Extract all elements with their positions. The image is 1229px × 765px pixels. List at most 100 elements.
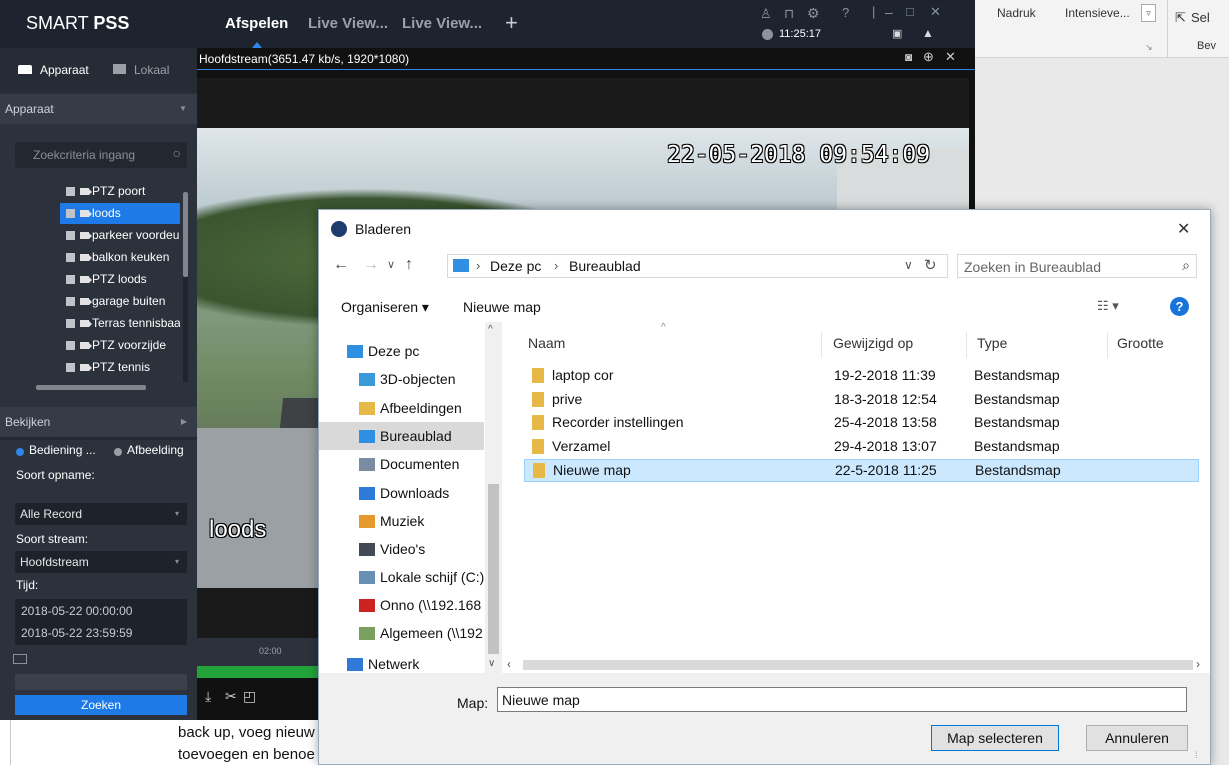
column-type[interactable]: Type <box>977 330 1007 356</box>
close-stream-icon[interactable]: ✕ <box>945 49 956 65</box>
search-input[interactable]: Zoekcriteria ingang <box>33 148 135 162</box>
checkbox[interactable] <box>66 275 75 284</box>
minimize-icon[interactable]: – <box>885 4 893 20</box>
checkbox[interactable] <box>66 319 75 328</box>
tree-hscroll-thumb[interactable] <box>36 385 146 390</box>
nav-item[interactable]: Onno (\\192.168 <box>359 591 481 619</box>
tab-live-view-2[interactable]: Live View... <box>402 15 482 32</box>
back-arrow-icon[interactable]: ← <box>333 256 349 274</box>
calendar-icon[interactable] <box>13 654 27 664</box>
breadcrumb-this-pc[interactable]: Deze pc <box>490 258 541 274</box>
forward-arrow-icon[interactable]: → <box>363 256 379 274</box>
checkbox[interactable] <box>66 363 75 372</box>
styles-more-icon[interactable]: ▿ <box>1141 4 1156 22</box>
device-item[interactable]: parkeer voordeur <box>60 225 180 246</box>
tree-scrollbar-thumb[interactable] <box>183 192 188 277</box>
maximize-icon[interactable]: □ <box>906 4 914 19</box>
checkbox[interactable] <box>66 297 75 306</box>
nav-scrollbar-thumb[interactable] <box>488 484 499 654</box>
refresh-icon[interactable]: ↻ <box>924 256 937 274</box>
lock-icon[interactable]: ⊓ <box>784 6 794 22</box>
select-button[interactable]: Sel <box>1191 10 1210 25</box>
time-range[interactable]: 2018-05-22 00:00:00 2018-05-22 23:59:59 <box>15 599 187 645</box>
tab-playback[interactable]: Afspelen <box>225 15 288 32</box>
scroll-left-icon[interactable]: ‹ <box>507 657 511 671</box>
alarm-bell-icon[interactable]: ▲ <box>922 26 934 40</box>
device-item[interactable]: PTZ tennis <box>60 357 180 378</box>
search-button[interactable]: Zoeken <box>15 695 187 715</box>
checkbox[interactable] <box>66 187 75 196</box>
address-bar[interactable]: › Deze pc › Bureaublad ∨ ↻ <box>447 254 948 278</box>
search-icon[interactable]: ○ <box>173 145 181 161</box>
hscroll-thumb[interactable] <box>523 660 1193 670</box>
help-icon[interactable]: ? <box>842 5 849 20</box>
address-dropdown-icon[interactable]: ∨ <box>904 258 913 272</box>
nav-scrollbar[interactable]: ^ ∨ <box>485 322 502 674</box>
nav-item[interactable]: Algemeen (\\192 <box>359 619 483 647</box>
column-modified[interactable]: Gewijzigd op <box>833 330 913 356</box>
device-item[interactable]: garage buiten <box>60 291 180 312</box>
recent-dropdown-icon[interactable]: ∨ <box>387 258 395 271</box>
cut-icon[interactable]: ✂ <box>225 688 237 705</box>
resize-grip-icon[interactable]: ⁞ <box>1195 750 1198 760</box>
add-tab-button[interactable]: + <box>505 10 518 36</box>
gear-icon[interactable]: ⚙ <box>807 5 820 22</box>
checkbox[interactable] <box>66 231 75 240</box>
radio-operation[interactable] <box>16 448 24 456</box>
style-intensieve[interactable]: Intensieve... <box>1065 6 1130 20</box>
file-row[interactable]: Recorder instellingen 25-4-2018 13:58 Best… <box>524 412 1199 435</box>
user-icon[interactable]: ♙ <box>760 6 772 22</box>
tab-local[interactable]: Lokaal <box>134 63 169 77</box>
device-section-header[interactable]: Apparaat ▼ <box>0 94 197 124</box>
snapshot-icon[interactable]: ◙ <box>905 50 912 64</box>
cancel-button[interactable]: Annuleren <box>1086 725 1188 751</box>
new-folder-button[interactable]: Nieuwe map <box>463 299 541 315</box>
checkbox[interactable] <box>66 253 75 262</box>
time-start[interactable]: 2018-05-22 00:00:00 <box>21 604 132 618</box>
view-section-header[interactable]: Bekijken ▶ <box>0 407 197 437</box>
close-icon[interactable]: ✕ <box>930 4 941 20</box>
record-type-select[interactable]: Alle Record ▾ <box>15 503 187 525</box>
up-arrow-icon[interactable]: ↑ <box>405 256 413 274</box>
view-options-icon[interactable]: ☷ ▾ <box>1097 298 1119 314</box>
tab-device[interactable]: Apparaat <box>40 63 89 77</box>
tree-scrollbar-track[interactable] <box>183 192 188 382</box>
radio-image[interactable] <box>114 448 122 456</box>
device-item[interactable]: PTZ loods <box>60 269 180 290</box>
organize-button[interactable]: Organiseren ▾ <box>341 299 429 316</box>
dialog-search-box[interactable]: Zoeken in Bureaublad ⌕ <box>957 254 1197 278</box>
file-row[interactable]: Nieuwe map 22-5-2018 11:25 Bestandsmap <box>524 459 1199 482</box>
nav-item[interactable]: Netwerk <box>347 650 419 674</box>
folder-name-input[interactable]: Nieuwe map <box>497 687 1187 712</box>
nav-item[interactable]: Documenten <box>359 450 459 478</box>
file-row[interactable]: Verzamel 29-4-2018 13:07 Bestandsmap <box>524 436 1199 459</box>
nav-item[interactable]: 3D-objecten <box>359 365 456 393</box>
scroll-down-icon[interactable]: ∨ <box>488 658 495 669</box>
nav-item[interactable]: Bureaublad <box>319 422 484 450</box>
nav-item[interactable]: Muziek <box>359 507 424 535</box>
search-icon[interactable]: ⌕ <box>1182 257 1190 274</box>
device-search-box[interactable]: Zoekcriteria ingang ○ <box>15 142 187 168</box>
time-end[interactable]: 2018-05-22 23:59:59 <box>21 626 132 640</box>
nav-item[interactable]: Afbeeldingen <box>359 394 462 422</box>
checkbox[interactable] <box>66 209 75 218</box>
column-name[interactable]: Naam <box>528 330 565 356</box>
download-icon[interactable]: ⤓ <box>205 688 211 705</box>
crop-icon[interactable]: ◰ <box>243 688 256 705</box>
dialog-search-input[interactable]: Zoeken in Bureaublad <box>964 259 1101 275</box>
file-row[interactable]: prive 18-3-2018 12:54 Bestandsmap <box>524 389 1199 412</box>
dialog-launcher-icon[interactable]: ↘ <box>1145 42 1153 53</box>
tab-live-view-1[interactable]: Live View... <box>308 15 388 32</box>
stream-type-select[interactable]: Hoofdstream ▾ <box>15 551 187 573</box>
scroll-up-icon[interactable]: ^ <box>488 324 493 335</box>
zoom-icon[interactable]: ⊕ <box>923 49 934 65</box>
breadcrumb-desktop[interactable]: Bureaublad <box>569 258 641 274</box>
nav-item[interactable]: Lokale schijf (C:) <box>359 563 484 591</box>
nav-item[interactable]: Downloads <box>359 479 449 507</box>
file-row[interactable]: laptop cor 19-2-2018 11:39 Bestandsmap <box>524 365 1199 388</box>
device-item[interactable]: Terras tennisbaan <box>60 313 180 334</box>
device-item[interactable]: PTZ poort <box>60 181 180 202</box>
device-item[interactable]: balkon keuken <box>60 247 180 268</box>
device-item[interactable]: loods <box>60 203 180 224</box>
nav-item[interactable]: Deze pc <box>347 337 419 365</box>
